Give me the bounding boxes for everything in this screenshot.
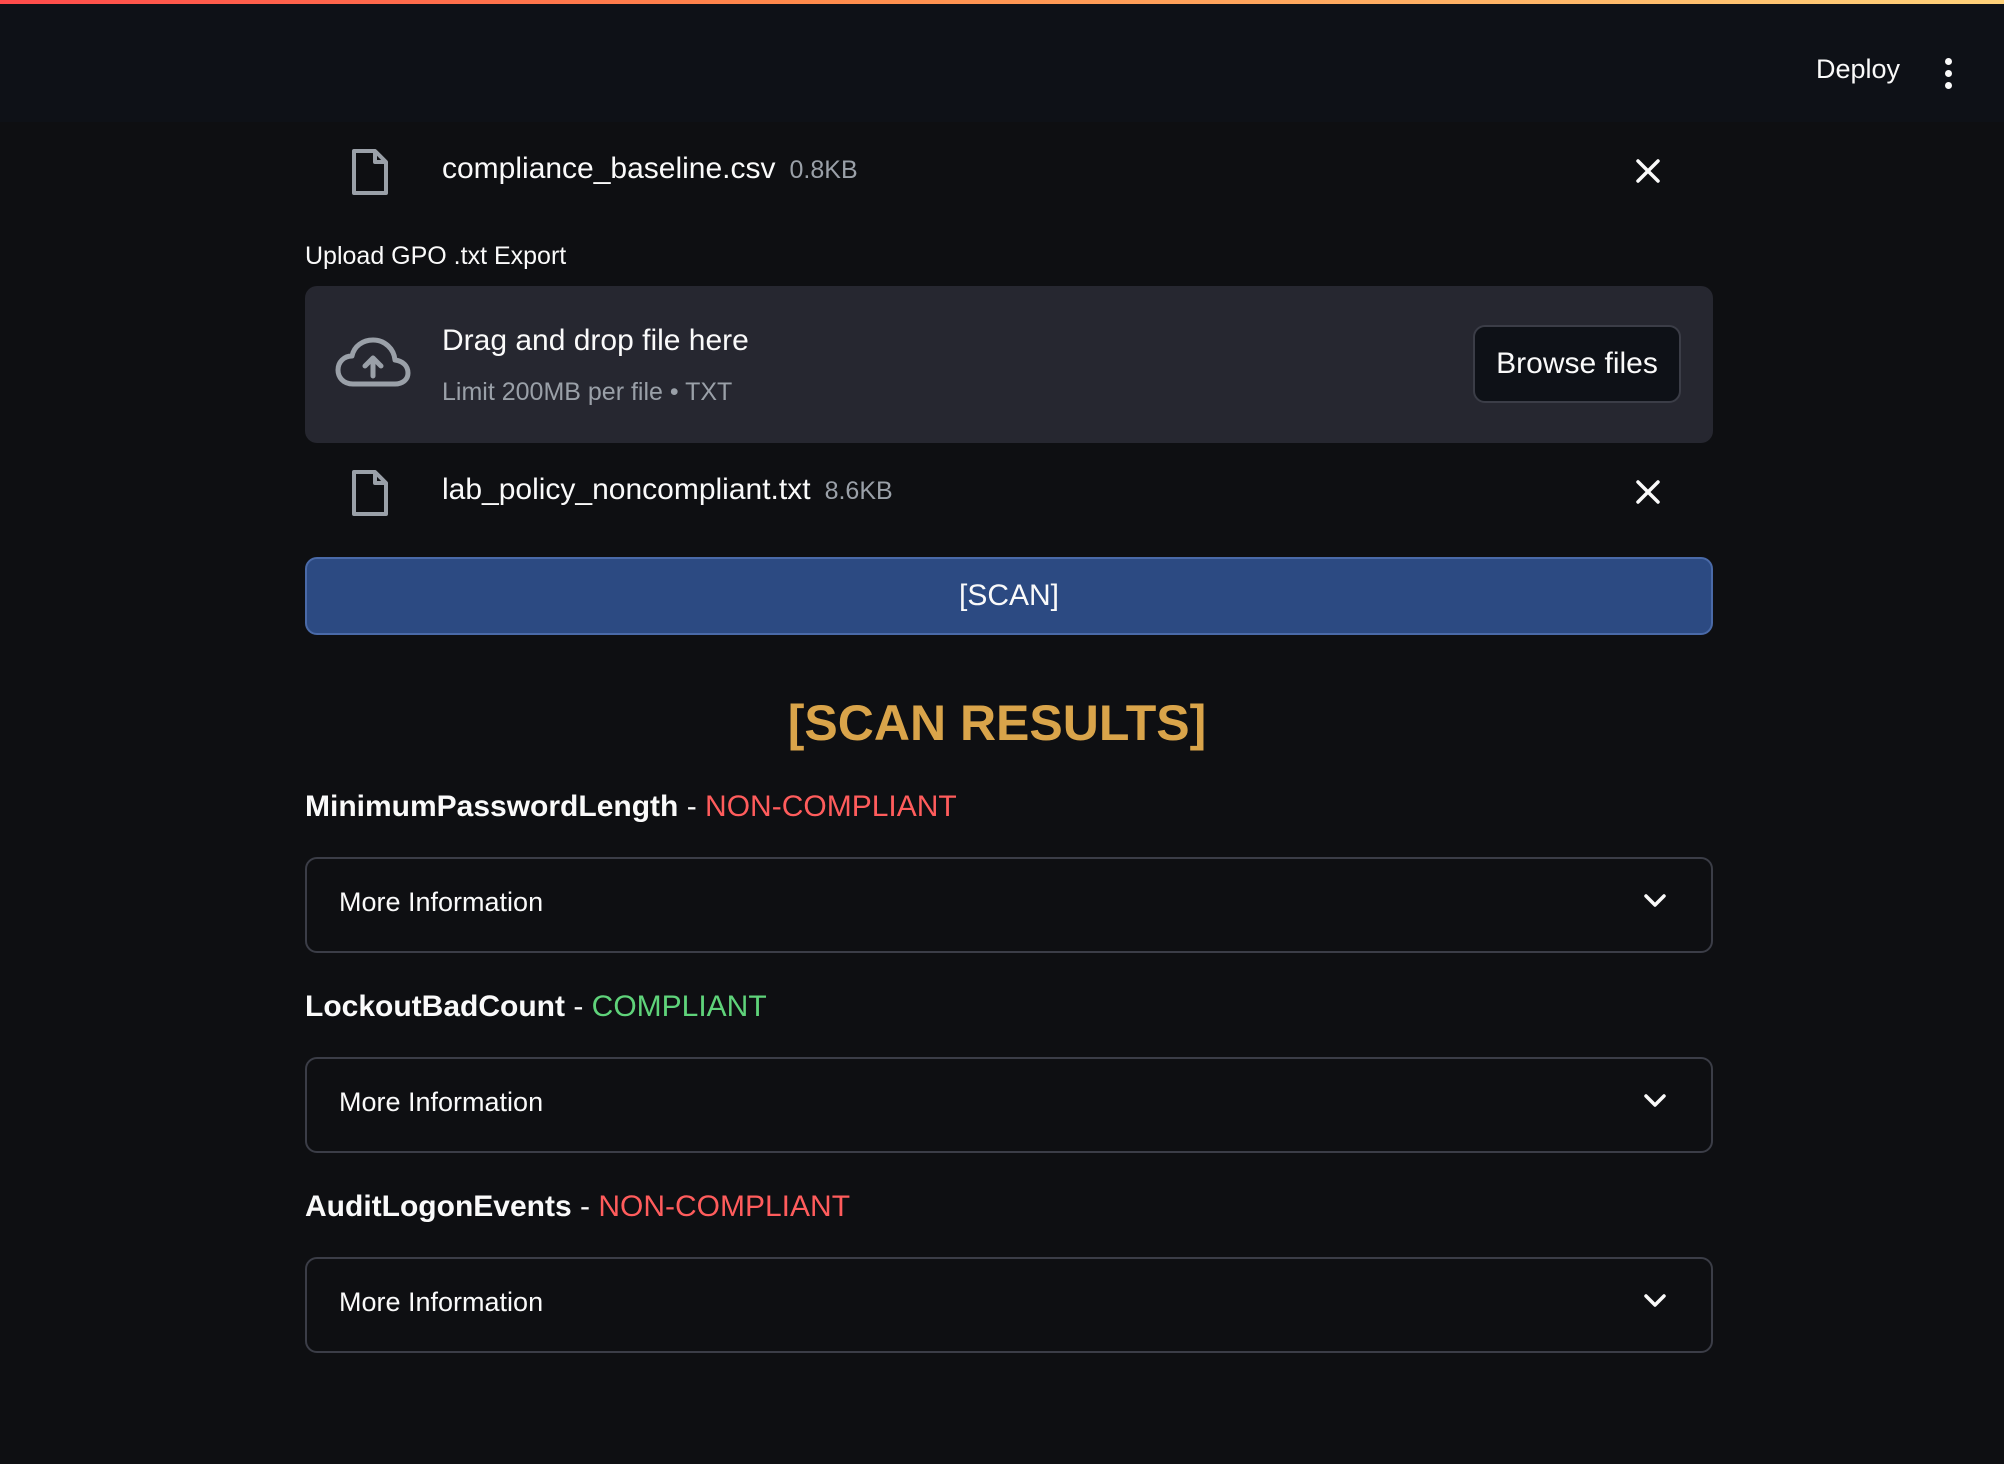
file-name-text: compliance_baseline.csv — [442, 152, 776, 185]
main-content: compliance_baseline.csv 0.8KB Upload GPO … — [305, 122, 1713, 1353]
chevron-down-icon — [1644, 1094, 1666, 1107]
result-item: LockoutBadCount - COMPLIANT More Informa… — [305, 987, 1713, 1153]
file-size: 8.6KB — [824, 477, 893, 505]
scan-button[interactable]: [SCAN] — [305, 557, 1713, 635]
setting-name: MinimumPasswordLength — [305, 790, 679, 823]
result-title: LockoutBadCount - COMPLIANT — [305, 987, 1713, 1027]
result-title: AuditLogonEvents - NON-COMPLIANT — [305, 1187, 1713, 1227]
close-icon[interactable] — [1633, 156, 1663, 186]
chevron-down-icon — [1644, 894, 1666, 907]
uploaded-file-baseline: compliance_baseline.csv 0.8KB — [305, 122, 1713, 222]
result-item: AuditLogonEvents - NON-COMPLIANT More In… — [305, 1187, 1713, 1353]
status-label: COMPLIANT — [591, 990, 767, 1023]
result-title: MinimumPasswordLength - NON-COMPLIANT — [305, 787, 1713, 827]
file-icon — [352, 149, 388, 195]
file-icon — [352, 470, 388, 516]
file-name: lab_policy_noncompliant.txt 8.6KB — [442, 473, 893, 507]
setting-name: LockoutBadCount — [305, 990, 565, 1023]
uploaded-file-policy: lab_policy_noncompliant.txt 8.6KB — [305, 443, 1713, 543]
file-name: compliance_baseline.csv 0.8KB — [442, 152, 858, 186]
file-dropzone[interactable]: Drag and drop file here Limit 200MB per … — [305, 286, 1713, 443]
cloud-upload-icon — [335, 337, 411, 387]
close-icon[interactable] — [1633, 477, 1663, 507]
expander-label: More Information — [339, 1287, 544, 1317]
more-info-expander[interactable]: More Information — [305, 1257, 1713, 1353]
browse-files-button[interactable]: Browse files — [1473, 325, 1681, 403]
expander-label: More Information — [339, 1087, 544, 1117]
setting-name: AuditLogonEvents — [305, 1190, 572, 1223]
chevron-down-icon — [1644, 1294, 1666, 1307]
dropzone-title: Drag and drop file here — [442, 324, 749, 357]
status-label: NON-COMPLIANT — [598, 1190, 851, 1223]
upload-label: Upload GPO .txt Export — [305, 242, 567, 270]
vertical-dots-icon[interactable] — [1938, 58, 1958, 92]
deploy-button[interactable]: Deploy — [1816, 54, 1900, 85]
expander-label: More Information — [339, 887, 544, 917]
more-info-expander[interactable]: More Information — [305, 1057, 1713, 1153]
result-item: MinimumPasswordLength - NON-COMPLIANT Mo… — [305, 787, 1713, 953]
dropzone-limit-text: Limit 200MB per file • TXT — [442, 378, 733, 406]
separator: - — [573, 990, 584, 1023]
status-label: NON-COMPLIANT — [705, 790, 957, 823]
separator: - — [580, 1190, 590, 1223]
scan-results-heading: [SCAN RESULTS] — [787, 695, 1207, 751]
file-name-text: lab_policy_noncompliant.txt — [442, 473, 811, 506]
more-info-expander[interactable]: More Information — [305, 857, 1713, 953]
file-size: 0.8KB — [789, 156, 858, 184]
app-header: Deploy — [0, 4, 2004, 122]
separator: - — [686, 790, 697, 823]
